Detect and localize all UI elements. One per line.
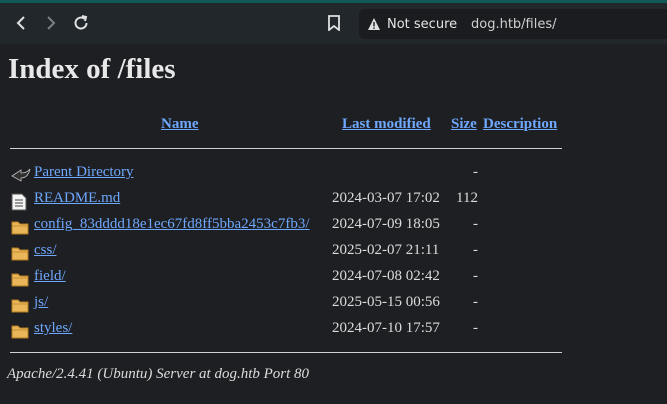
table-row: styles/2024-07-10 17:57 - [0,320,667,346]
column-header-description[interactable]: Description [483,116,557,133]
folder-icon [11,219,29,235]
bookmark-button[interactable] [327,15,341,35]
table-row: Parent Directory - [0,164,667,190]
reload-icon [74,15,88,30]
table-row: css/2025-02-07 21:11 - [0,242,667,268]
last-modified: 2025-05-15 00:56 [332,294,440,310]
column-header-size[interactable]: Size [451,116,477,133]
file-link[interactable]: styles/ [34,320,72,337]
url-text[interactable]: dog.htb/files/ [471,17,557,32]
chevron-left-icon [16,16,25,30]
file-link[interactable]: field/ [34,268,66,285]
bookmark-icon [328,15,340,32]
file-link[interactable]: config_83dddd18e1ec67fd8ff5bba2453c7fb3/ [34,216,310,233]
last-modified: 2024-03-07 17:02 [332,190,440,206]
file-link[interactable]: README.md [34,190,120,207]
last-modified: 2024-07-08 02:42 [332,268,440,284]
reload-button[interactable] [69,11,93,35]
file-size: - [473,268,478,284]
last-modified: 2024-07-09 18:05 [332,216,440,232]
folder-icon [11,271,29,287]
folder-icon [11,245,29,261]
browser-toolbar: Not secure dog.htb/files/ [0,0,667,44]
back-icon [11,167,31,183]
server-signature: Apache/2.4.41 (Ubuntu) Server at dog.htb… [7,366,310,382]
header-divider [10,148,562,149]
file-link[interactable]: css/ [34,242,57,259]
file-size: - [473,242,478,258]
page-title: Index of /files [8,53,176,85]
back-button[interactable] [9,11,33,35]
file-size: - [473,216,478,232]
security-label[interactable]: Not secure [387,17,457,32]
footer-divider [10,352,562,353]
file-link[interactable]: Parent Directory [34,164,134,181]
file-size: - [473,294,478,310]
warning-icon[interactable] [367,16,381,35]
chevron-right-icon [47,16,56,30]
last-modified: 2025-02-07 21:11 [332,242,440,258]
folder-icon [11,297,29,313]
table-row: js/2025-05-15 00:56 - [0,294,667,320]
folder-icon [11,323,29,339]
forward-button[interactable] [39,11,63,35]
file-link[interactable]: js/ [34,294,48,311]
table-row: README.md 2024-03-07 17:02 112 [0,190,667,216]
file-size: - [473,320,478,336]
table-row: field/2024-07-08 02:42 - [0,268,667,294]
file-size: - [473,164,478,180]
text-file-icon [11,193,29,211]
column-header-last-modified[interactable]: Last modified [342,116,431,133]
last-modified: 2024-07-10 17:57 [332,320,440,336]
file-size: 112 [456,190,478,206]
column-header-name[interactable]: Name [161,116,199,133]
table-row: config_83dddd18e1ec67fd8ff5bba2453c7fb3/… [0,216,667,242]
address-bar[interactable]: Not secure dog.htb/files/ [359,9,667,39]
